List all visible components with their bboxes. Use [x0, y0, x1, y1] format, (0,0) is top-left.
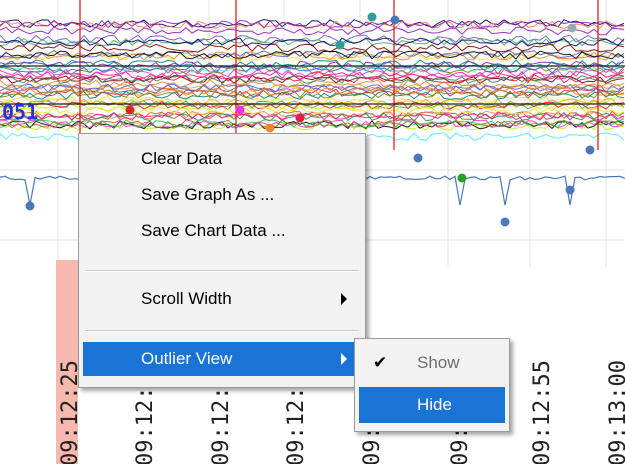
menu-item-outlier-view[interactable]: Outlier View [83, 342, 361, 376]
submenu-item-label: Show [417, 353, 460, 372]
x-tick-label: 09:12:55 [530, 360, 555, 464]
checkmark-icon: ✔ [373, 353, 388, 372]
outlier-marker [335, 40, 345, 50]
x-tick-label: 09:13:00 [606, 360, 625, 464]
context-menu: Clear Data Save Graph As ... Save Chart … [78, 133, 366, 388]
outlier-marker [125, 105, 135, 115]
outlier-marker [500, 217, 510, 227]
outlier-marker [295, 113, 305, 123]
outlier-view-submenu: ✔ Show Hide [354, 338, 510, 432]
menu-separator [85, 330, 359, 332]
menu-item-label: Clear Data [141, 149, 223, 168]
menu-item-clear-data[interactable]: Clear Data [83, 142, 361, 176]
submenu-item-show[interactable]: ✔ Show [359, 345, 505, 381]
menu-item-label: Scroll Width [141, 289, 232, 308]
menu-item-scroll-width[interactable]: Scroll Width [83, 282, 361, 316]
outlier-marker [265, 123, 275, 133]
submenu-arrow-icon [341, 293, 347, 305]
outlier-marker [413, 153, 423, 163]
outlier-marker [367, 12, 377, 22]
outlier-marker [565, 185, 575, 195]
outlier-marker [585, 145, 595, 155]
menu-item-save-chart-data[interactable]: Save Chart Data ... [83, 214, 361, 248]
menu-item-label: Save Graph As ... [141, 185, 275, 204]
outlier-marker [235, 105, 245, 115]
submenu-item-label: Hide [417, 395, 452, 414]
outlier-marker [390, 15, 400, 25]
outlier-marker [567, 23, 577, 33]
series-label: 051 [2, 100, 39, 124]
menu-item-save-graph-as[interactable]: Save Graph As ... [83, 178, 361, 212]
menu-separator [85, 270, 359, 272]
submenu-item-hide[interactable]: Hide [359, 387, 505, 423]
submenu-arrow-icon [341, 353, 347, 365]
menu-item-label: Save Chart Data ... [141, 221, 286, 240]
outlier-marker [25, 201, 35, 211]
menu-item-label: Outlier View [141, 349, 233, 368]
outlier-marker [457, 173, 467, 183]
